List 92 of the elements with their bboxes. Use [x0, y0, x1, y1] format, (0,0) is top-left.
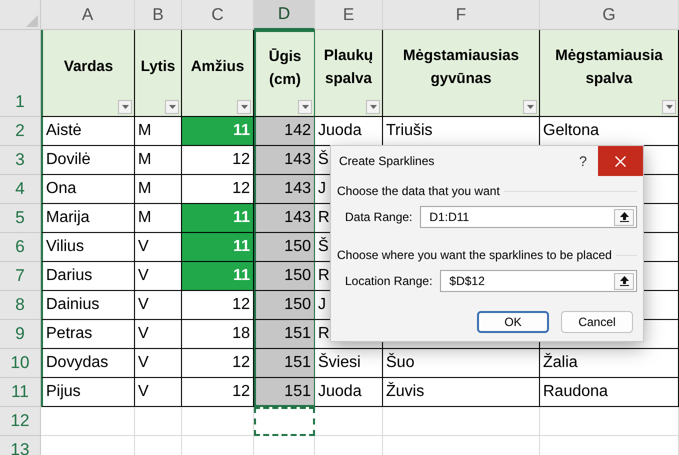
- table-cell-text: Pijus: [46, 382, 81, 402]
- table-cell-text: V: [138, 353, 149, 373]
- header-label: Lytis: [140, 57, 176, 78]
- table-cell-text: Geltona: [543, 121, 600, 141]
- table-cell-text: Žalia: [543, 352, 578, 373]
- header-label: Amžius: [190, 57, 244, 78]
- table-cell-text: 12: [232, 382, 250, 402]
- table-cell-text: R: [318, 324, 330, 344]
- table-cell-text: 143: [284, 150, 311, 170]
- table-cell-text: Dovydas: [46, 353, 108, 373]
- table-cell-text: 12: [232, 150, 250, 170]
- table-cell-text: V: [138, 324, 149, 344]
- table-cell-text: 150: [284, 295, 311, 315]
- row-number[interactable]: 2: [0, 117, 41, 146]
- column-header[interactable]: A: [41, 0, 135, 30]
- dialog-button[interactable]: OK: [477, 311, 549, 333]
- table-cell-text: Š: [318, 236, 329, 257]
- row-number[interactable]: 7: [0, 262, 41, 291]
- table-cell-text: Marija: [46, 208, 90, 228]
- table-cell-text: 143: [284, 208, 311, 228]
- column-header[interactable]: C: [182, 0, 254, 30]
- column-header[interactable]: G: [540, 0, 679, 30]
- table-cell-text: Petras: [46, 324, 92, 344]
- table-cell-text: Triušis: [386, 121, 433, 141]
- table-cell-text: 11: [233, 121, 250, 141]
- table-cell-text: Š: [318, 149, 329, 170]
- dialog-button[interactable]: Cancel: [561, 311, 633, 333]
- table-cell-text: 12: [232, 295, 250, 315]
- table-cell-text: 143: [284, 179, 311, 199]
- table-cell-text: Dainius: [46, 295, 100, 315]
- table-cell-text: M: [138, 208, 152, 228]
- row-number[interactable]: 11: [0, 378, 41, 407]
- table-cell-text: 151: [284, 382, 311, 402]
- help-button[interactable]: ?: [568, 147, 598, 175]
- field-label: Location Range:: [345, 273, 432, 290]
- section-heading: Choose the data that you want: [337, 183, 500, 200]
- table-cell-text: 151: [284, 353, 311, 373]
- table-cell-text: Šviesi: [318, 352, 361, 373]
- column-header[interactable]: E: [315, 0, 383, 30]
- table-cell-text: 12: [232, 179, 250, 199]
- table-cell-text: 142: [284, 121, 311, 141]
- table-cell-text: 11: [233, 266, 250, 286]
- section-heading: Choose where you want the sparklines to be placed: [337, 247, 612, 264]
- header-label: Mėgstamiausias gyvūnas: [402, 46, 520, 89]
- table-cell-text: Žuvis: [386, 381, 424, 402]
- header-label: Mėgstamiausia spalva: [554, 46, 664, 89]
- table-cell-text: Šuo: [386, 352, 414, 373]
- table-cell-text: Dovilė: [46, 150, 90, 170]
- table-cell-text: M: [138, 121, 152, 141]
- column-header[interactable]: B: [135, 0, 182, 30]
- table-cell-text: R: [318, 266, 330, 286]
- table-cell-text: 151: [284, 324, 311, 344]
- table-cell-text: R: [318, 208, 330, 228]
- table-cell-text: 11: [233, 237, 250, 257]
- table-cell-text: M: [138, 150, 152, 170]
- table-cell-text: J: [318, 179, 326, 199]
- header-label: Ūgis (cm): [268, 46, 302, 90]
- table-cell-text: 150: [284, 266, 311, 286]
- table-cell-text: Darius: [46, 266, 92, 286]
- column-header[interactable]: F: [383, 0, 540, 30]
- table-cell-text: Ona: [46, 179, 76, 199]
- table-cell-text: 18: [232, 324, 250, 344]
- table-cell-text: Vilius: [46, 237, 84, 257]
- range-field[interactable]: $D$12: [440, 270, 637, 292]
- row-number[interactable]: 8: [0, 291, 41, 320]
- row-number[interactable]: 4: [0, 175, 41, 204]
- column-header[interactable]: D: [254, 0, 315, 30]
- table-cell-text: 150: [284, 237, 311, 257]
- row-number[interactable]: 10: [0, 349, 41, 378]
- table-cell-text: V: [138, 295, 149, 315]
- table-cell-text: V: [138, 266, 149, 286]
- row-number[interactable]: 1: [0, 30, 41, 117]
- table-cell-text: V: [138, 237, 149, 257]
- table-cell-text: 12: [232, 353, 250, 373]
- header-label: Plaukų spalva: [322, 46, 374, 89]
- table-cell-text: M: [138, 179, 152, 199]
- row-number[interactable]: 3: [0, 146, 41, 175]
- field-label: Data Range:: [345, 209, 412, 226]
- dialog-title: Create Sparklines: [339, 153, 436, 170]
- table-cell-text: V: [138, 382, 149, 402]
- table-cell-text: 11: [233, 208, 250, 228]
- range-field[interactable]: D1:D11: [420, 206, 637, 228]
- row-number[interactable]: 12: [0, 407, 41, 436]
- row-number[interactable]: 9: [0, 320, 41, 349]
- table-cell-text: J: [318, 295, 326, 315]
- table-cell-text: Aistė: [46, 121, 82, 141]
- row-number[interactable]: 5: [0, 204, 41, 233]
- header-label: Vardas: [64, 57, 114, 78]
- table-cell-text: Raudona: [543, 382, 608, 402]
- row-number[interactable]: 6: [0, 233, 41, 262]
- table-cell-text: Juoda: [318, 382, 362, 402]
- table-cell-text: Juoda: [318, 121, 362, 141]
